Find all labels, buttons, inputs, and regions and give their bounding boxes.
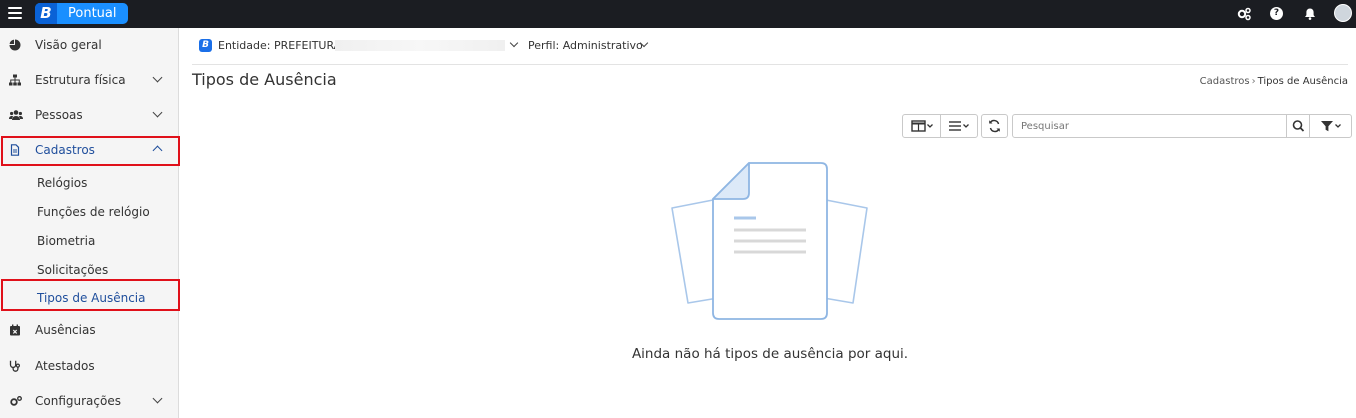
- context-filter-bar: B Entidade: PREFEITURA Perfil: Administr…: [192, 29, 1348, 65]
- sidebar-subitem-label: Solicitações: [37, 263, 109, 277]
- search-button[interactable]: [1286, 115, 1309, 137]
- users-icon: [9, 109, 23, 121]
- chevron-down-icon[interactable]: [640, 40, 649, 49]
- sidebar-item-label: Atestados: [35, 359, 95, 373]
- calendar-x-icon: [9, 324, 21, 336]
- bell-icon[interactable]: [1302, 6, 1318, 22]
- sidebar-subitem-tipos-de-ausencia[interactable]: Tipos de Ausência: [0, 284, 179, 312]
- refresh-icon: [989, 119, 1000, 133]
- sidebar-item-label: Pessoas: [35, 108, 83, 122]
- sidebar-subitem-label: Relógios: [37, 176, 88, 190]
- gears-icon[interactable]: [1236, 6, 1252, 22]
- top-bar: B Pontual ?: [0, 0, 1356, 28]
- sidebar-item-label: Estrutura física: [35, 73, 126, 87]
- sitemap-icon: [9, 74, 21, 86]
- breadcrumb-current: Tipos de Ausência: [1257, 76, 1348, 87]
- sidebar-item-label: Configurações: [35, 394, 121, 408]
- density-toggle-button[interactable]: [941, 115, 977, 137]
- avatar[interactable]: [1334, 4, 1352, 22]
- sidebar-item-cadastros[interactable]: Cadastros: [0, 133, 179, 167]
- list-icon: [949, 121, 969, 131]
- sidebar-subitem-label: Tipos de Ausência: [37, 291, 146, 305]
- empty-state-message: Ainda não há tipos de ausência por aqui.: [631, 346, 909, 362]
- front-document: [712, 162, 828, 320]
- sidebar-item-label: Ausências: [35, 323, 96, 337]
- gears-icon: [9, 395, 22, 407]
- chevron-down-icon[interactable]: [510, 40, 519, 49]
- stethoscope-icon: [9, 360, 21, 372]
- chevron-up-icon[interactable]: [152, 143, 164, 155]
- chevron-down-icon[interactable]: [152, 108, 164, 120]
- sidebar-subitem-label: Funções de relógio: [37, 205, 150, 219]
- sidebar-item-ausencias[interactable]: Ausências: [0, 313, 179, 347]
- empty-documents-illustration: [671, 162, 868, 320]
- app-name: Pontual: [68, 6, 117, 21]
- help-icon[interactable]: ?: [1270, 7, 1283, 20]
- app-logo[interactable]: B Pontual: [35, 3, 128, 24]
- breadcrumb: Cadastros › Tipos de Ausência: [1200, 75, 1348, 88]
- view-options-group: [902, 114, 978, 138]
- sidebar-item-label: Visão geral: [35, 38, 102, 52]
- hamburger-icon[interactable]: [8, 7, 22, 20]
- sidebar-item-configuracoes[interactable]: Configurações: [0, 384, 179, 418]
- sidebar-item-label: Cadastros: [35, 143, 95, 157]
- filter-icon: [1321, 121, 1341, 132]
- filter-button[interactable]: [1309, 115, 1351, 137]
- search-icon: [1292, 120, 1305, 132]
- columns-icon: [911, 120, 933, 132]
- logo-mark: B: [35, 3, 57, 24]
- page-title: Tipos de Ausência: [192, 70, 337, 89]
- sidebar-item-visao-geral[interactable]: Visão geral: [0, 28, 179, 62]
- search-input[interactable]: [1013, 115, 1285, 137]
- refresh-button[interactable]: [981, 114, 1008, 138]
- entity-badge: B: [199, 39, 212, 52]
- sidebar-item-pessoas[interactable]: Pessoas: [0, 98, 179, 132]
- profile-selector[interactable]: Perfil: Administrativo: [528, 39, 643, 53]
- search-box: [1012, 114, 1352, 138]
- sidebar-subitem-solicitacoes[interactable]: Solicitações: [0, 256, 179, 284]
- chevron-down-icon[interactable]: [152, 73, 164, 85]
- sidebar-subitem-relogios[interactable]: Relógios: [0, 169, 179, 197]
- columns-toggle-button[interactable]: [903, 115, 940, 137]
- sidebar-subitem-funcoes-de-relogio[interactable]: Funções de relógio: [0, 198, 179, 226]
- entity-name-redacted: [335, 40, 505, 51]
- sidebar-item-estrutura-fisica[interactable]: Estrutura física: [0, 63, 179, 97]
- breadcrumb-link-cadastros[interactable]: Cadastros: [1200, 76, 1250, 87]
- sidebar-item-atestados[interactable]: Atestados: [0, 349, 179, 383]
- sidebar: Visão geral Estrutura física Pessoas Cad…: [0, 28, 179, 418]
- chevron-down-icon[interactable]: [152, 394, 164, 406]
- breadcrumb-separator-icon: ›: [1251, 76, 1256, 87]
- file-icon: [9, 144, 21, 156]
- sidebar-subitem-label: Biometria: [37, 234, 96, 248]
- sidebar-subitem-biometria[interactable]: Biometria: [0, 227, 179, 255]
- chart-pie-icon: [9, 39, 21, 51]
- entity-selector[interactable]: Entidade: PREFEITURA: [218, 39, 341, 53]
